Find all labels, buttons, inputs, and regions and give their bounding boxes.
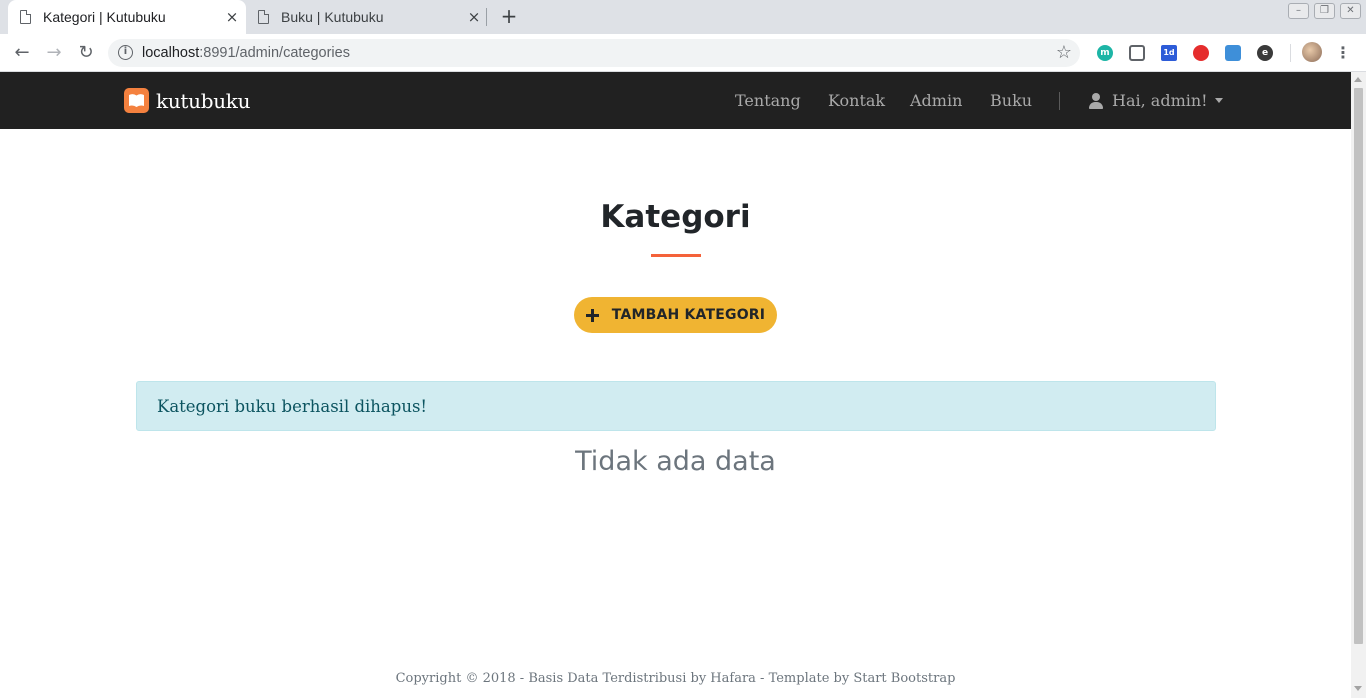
scroll-up-arrow-icon[interactable] — [1354, 77, 1362, 82]
book-icon — [124, 88, 149, 113]
page-viewport: kutubuku Tentang Kontak Admin Buku Hai, … — [0, 72, 1351, 698]
translate-extension-icon[interactable] — [1225, 45, 1241, 61]
close-icon[interactable]: × — [462, 8, 486, 26]
brand-name: kutubuku — [156, 88, 251, 113]
site-navbar: kutubuku Tentang Kontak Admin Buku Hai, … — [0, 72, 1351, 129]
chat-extension-icon[interactable] — [1129, 45, 1145, 61]
title-underline — [651, 254, 701, 257]
nav-divider — [1059, 92, 1060, 110]
scroll-down-arrow-icon[interactable] — [1354, 686, 1362, 691]
meet-extension-icon[interactable]: m — [1097, 45, 1113, 61]
new-tab-icon[interactable]: + — [498, 4, 520, 28]
info-icon[interactable]: i — [118, 45, 133, 60]
calendar-extension-icon[interactable]: 1d — [1161, 45, 1177, 61]
close-window-icon[interactable]: ✕ — [1340, 3, 1361, 19]
user-greeting: Hai, admin! — [1112, 91, 1208, 110]
restore-icon[interactable]: ❐ — [1314, 3, 1335, 19]
minimize-icon[interactable]: – — [1288, 3, 1309, 19]
alert-message: Kategori buku berhasil dihapus! — [157, 396, 428, 416]
plus-icon — [585, 308, 599, 322]
vertical-scrollbar[interactable] — [1351, 72, 1366, 698]
nav-link-buku[interactable]: Buku — [990, 91, 1032, 110]
tab-title: Kategori | Kutubuku — [43, 9, 166, 25]
url-path: :8991/admin/categories — [199, 45, 350, 61]
opera-extension-icon[interactable] — [1193, 45, 1209, 61]
address-bar[interactable]: i localhost:8991/admin/categories ☆ — [108, 39, 1080, 67]
back-arrow-icon[interactable]: ← — [9, 40, 35, 66]
browser-tab-inactive[interactable]: Buku | Kutubuku × — [248, 0, 488, 34]
browser-tab-active[interactable]: Kategori | Kutubuku × — [8, 0, 246, 34]
toolbar-separator — [1290, 44, 1291, 62]
url-text[interactable]: localhost:8991/admin/categories — [142, 45, 350, 61]
reload-icon[interactable]: ↻ — [73, 40, 99, 66]
user-dropdown[interactable]: Hai, admin! — [1089, 91, 1223, 110]
kebab-menu-icon[interactable]: ⋮ — [1334, 40, 1352, 66]
url-host: localhost — [142, 45, 200, 61]
caret-down-icon — [1214, 98, 1223, 103]
add-category-label: TAMBAH KATEGORI — [611, 307, 766, 323]
page-title: Kategori — [600, 199, 751, 235]
tab-separator — [486, 8, 487, 26]
scrollbar-thumb[interactable] — [1354, 88, 1363, 644]
close-icon[interactable]: × — [220, 8, 244, 26]
nav-link-admin[interactable]: Admin — [910, 91, 962, 110]
profile-avatar[interactable] — [1302, 42, 1322, 62]
success-alert: Kategori buku berhasil dihapus! — [136, 381, 1216, 431]
browser-tabstrip: Kategori | Kutubuku × Buku | Kutubuku × … — [0, 0, 1366, 34]
forward-arrow-icon[interactable]: → — [41, 40, 67, 66]
footer-text: Copyright © 2018 - Basis Data Terdistrib… — [395, 671, 956, 686]
page-footer: Copyright © 2018 - Basis Data Terdistrib… — [0, 671, 1351, 686]
bookmark-star-icon[interactable]: ☆ — [1056, 42, 1072, 63]
nav-link-kontak[interactable]: Kontak — [828, 91, 885, 110]
browser-toolbar: ← → ↻ i localhost:8991/admin/categories … — [0, 34, 1366, 72]
edge-extension-icon[interactable]: e — [1257, 45, 1273, 61]
nav-link-tentang[interactable]: Tentang — [735, 91, 801, 110]
brand-link[interactable]: kutubuku — [124, 88, 251, 113]
page-icon — [258, 9, 270, 24]
add-category-button[interactable]: TAMBAH KATEGORI — [574, 297, 777, 333]
empty-state-message: Tidak ada data — [575, 446, 776, 477]
page-icon — [20, 9, 32, 24]
tab-title: Buku | Kutubuku — [281, 9, 384, 25]
user-icon — [1089, 92, 1103, 109]
